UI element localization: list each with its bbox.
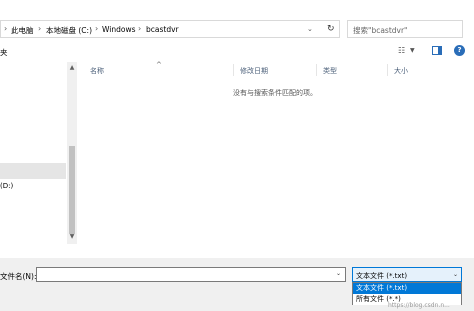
search-input[interactable]: 搜索"bcastdvr" <box>347 20 463 38</box>
column-header-size[interactable]: 大小 <box>394 66 408 76</box>
column-header-modified[interactable]: 修改日期 <box>240 66 268 76</box>
chevron-down-icon[interactable]: ⌄ <box>336 270 341 277</box>
nav-item-drive-d[interactable]: (D:) <box>0 182 13 190</box>
chevron-down-icon[interactable]: ⌄ <box>453 271 458 278</box>
scroll-up-icon[interactable]: ▲ <box>67 64 77 71</box>
sort-up-icon: ^ <box>156 61 162 69</box>
empty-message: 没有与搜索条件匹配的项。 <box>233 89 317 97</box>
new-folder-button[interactable]: 夹 <box>0 47 8 58</box>
view-options-icon[interactable]: ☷ <box>398 46 405 55</box>
toolbar: 夹 ☷ ▼ ? <box>0 42 474 62</box>
breadcrumb-bcastdvr[interactable]: bcastdvr <box>146 25 179 34</box>
navigation-pane: (D:) ▲ ▼ <box>0 62 78 258</box>
scroll-down-icon[interactable]: ▼ <box>67 233 77 240</box>
column-divider[interactable] <box>233 64 234 76</box>
column-header-type[interactable]: 类型 <box>323 66 337 76</box>
preview-pane-icon[interactable] <box>432 46 442 55</box>
address-row: › 此电脑 › 本地磁盘 (C:) › Windows › bcastdvr ⌄… <box>0 18 474 40</box>
refresh-icon[interactable]: ↻ <box>327 24 335 34</box>
chevron-right-icon: › <box>95 24 99 33</box>
column-header-name[interactable]: 名称 <box>90 66 104 76</box>
filename-input[interactable] <box>36 267 346 282</box>
file-type-value: 文本文件 (*.txt) <box>356 272 408 280</box>
file-type-option[interactable]: 文本文件 (*.txt) <box>353 283 461 294</box>
chevron-down-icon[interactable]: ⌄ <box>307 25 313 33</box>
help-icon[interactable]: ? <box>454 45 465 56</box>
file-type-select[interactable]: 文本文件 (*.txt) ⌄ <box>352 267 462 282</box>
search-placeholder: 搜索"bcastdvr" <box>353 26 408 35</box>
bottom-bar: 文件名(N): ⌄ 文本文件 (*.txt) ⌄ 文本文件 (*.txt) 所有… <box>0 258 474 311</box>
chevron-right-icon: › <box>38 24 42 33</box>
breadcrumb-this-pc[interactable]: 此电脑 <box>11 25 34 36</box>
watermark: https://blog.csdn.n... <box>388 302 450 309</box>
chevron-down-icon[interactable]: ▼ <box>410 47 415 54</box>
breadcrumb-local-disk[interactable]: 本地磁盘 (C:) <box>46 25 92 36</box>
scrollbar-thumb[interactable] <box>69 146 75 234</box>
breadcrumb-windows[interactable]: Windows <box>102 25 135 34</box>
column-divider[interactable] <box>387 64 388 76</box>
filename-label: 文件名(N): <box>0 272 37 281</box>
column-divider[interactable] <box>316 64 317 76</box>
file-list: ^ 名称 修改日期 类型 大小 没有与搜索条件匹配的项。 <box>78 61 474 258</box>
chevron-right-icon: › <box>4 24 8 33</box>
chevron-right-icon: › <box>138 24 142 33</box>
nav-scrollbar[interactable]: ▲ ▼ <box>67 62 77 244</box>
save-dialog: › 此电脑 › 本地磁盘 (C:) › Windows › bcastdvr ⌄… <box>0 0 474 311</box>
nav-item-selected[interactable] <box>0 163 66 179</box>
address-bar[interactable]: › 此电脑 › 本地磁盘 (C:) › Windows › bcastdvr ⌄… <box>0 20 340 38</box>
